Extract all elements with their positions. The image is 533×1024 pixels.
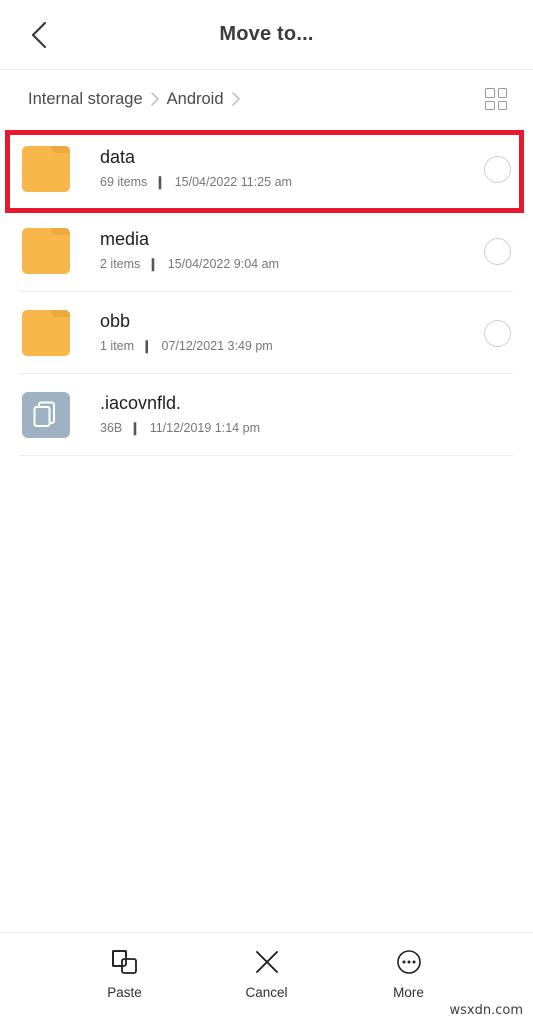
folder-icon	[20, 225, 72, 277]
breadcrumb-item-android[interactable]: Android	[167, 90, 224, 109]
file-meta: 1 item ❙ 07/12/2021 3:49 pm	[100, 340, 484, 353]
breadcrumb-bar: Internal storage Android	[0, 70, 533, 128]
more-label: More	[393, 985, 424, 1000]
file-name: obb	[100, 312, 131, 332]
row-divider	[20, 455, 513, 456]
row-text: obb 1 item ❙ 07/12/2021 3:49 pm	[72, 312, 484, 353]
file-meta: 69 items ❙ 15/04/2022 11:25 am	[100, 176, 484, 189]
select-radio[interactable]	[484, 155, 511, 183]
folder-icon	[20, 143, 72, 195]
row-text: data 69 items ❙ 15/04/2022 11:25 am	[72, 148, 484, 189]
table-row[interactable]: media 2 items ❙ 15/04/2022 9:04 am	[0, 210, 533, 292]
file-modified-date: 15/04/2022 9:04 am	[167, 257, 279, 272]
meta-separator: ❙	[141, 339, 153, 354]
file-list: data 69 items ❙ 15/04/2022 11:25 am medi…	[0, 128, 533, 932]
file-name: data	[100, 148, 136, 168]
select-radio[interactable]	[484, 237, 511, 265]
file-meta: 2 items ❙ 15/04/2022 9:04 am	[100, 258, 484, 271]
table-row[interactable]: data 69 items ❙ 15/04/2022 11:25 am	[0, 128, 533, 210]
page-title: Move to...	[219, 23, 314, 45]
file-meta: 36B ❙ 11/12/2019 1:14 pm	[100, 422, 484, 435]
cancel-label: Cancel	[245, 985, 288, 1000]
breadcrumb: Internal storage Android	[28, 90, 481, 109]
chevron-right-icon	[231, 91, 241, 107]
close-x-icon	[254, 949, 280, 975]
file-modified-date: 07/12/2021 3:49 pm	[161, 339, 273, 354]
chevron-left-icon	[28, 20, 50, 50]
paste-label: Paste	[107, 985, 142, 1000]
meta-separator: ❙	[154, 175, 166, 190]
back-button[interactable]	[20, 16, 58, 54]
grid-cell	[485, 100, 495, 110]
table-row[interactable]: .iacovnfld. 36B ❙ 11/12/2019 1:14 pm	[0, 374, 533, 456]
file-item-count: 1 item	[100, 339, 135, 354]
cancel-button[interactable]: Cancel	[223, 949, 311, 1000]
grid-cell	[497, 88, 507, 98]
paste-button[interactable]: Paste	[81, 949, 169, 1000]
meta-separator: ❙	[147, 257, 159, 272]
grid-cell	[485, 88, 495, 98]
grid-view-icon[interactable]	[481, 84, 511, 114]
row-text: .iacovnfld. 36B ❙ 11/12/2019 1:14 pm	[72, 394, 484, 435]
file-item-count: 69 items	[100, 175, 148, 190]
more-ellipsis-icon	[396, 949, 422, 975]
file-manager-screen: Move to... Internal storage Android data…	[0, 0, 533, 1024]
more-button[interactable]: More	[365, 949, 453, 1000]
folder-icon	[20, 307, 72, 359]
file-modified-date: 11/12/2019 1:14 pm	[149, 421, 260, 436]
chevron-right-icon	[150, 91, 160, 107]
table-row[interactable]: obb 1 item ❙ 07/12/2021 3:49 pm	[0, 292, 533, 374]
document-icon	[20, 389, 72, 441]
meta-separator: ❙	[129, 421, 141, 436]
breadcrumb-item-internal-storage[interactable]: Internal storage	[28, 90, 143, 109]
grid-cell	[497, 100, 507, 110]
file-item-count: 2 items	[100, 257, 141, 272]
paste-icon	[111, 949, 139, 975]
app-bar: Move to...	[0, 0, 533, 70]
watermark: wsxdn.com	[449, 1003, 524, 1018]
select-radio[interactable]	[484, 319, 511, 347]
file-name: media	[100, 230, 150, 250]
file-modified-date: 15/04/2022 11:25 am	[174, 175, 292, 190]
file-size: 36B	[100, 421, 123, 436]
row-text: media 2 items ❙ 15/04/2022 9:04 am	[72, 230, 484, 271]
file-name: .iacovnfld.	[100, 394, 182, 414]
